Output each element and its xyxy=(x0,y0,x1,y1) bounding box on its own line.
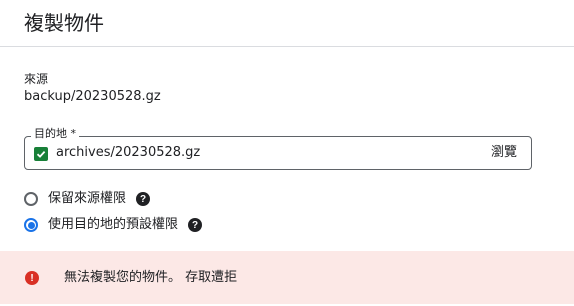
title-divider xyxy=(0,46,574,47)
error-message: 無法複製您的物件。 存取遭拒 xyxy=(64,270,238,285)
radio-label: 使用目的地的預設權限 xyxy=(48,217,179,232)
radio-button[interactable] xyxy=(24,192,38,206)
error-banner: ! 無法複製您的物件。 存取遭拒 xyxy=(0,251,574,304)
browse-button[interactable]: 瀏覽 xyxy=(491,144,517,162)
source-value: backup/20230528.gz xyxy=(24,89,161,104)
help-icon[interactable]: ? xyxy=(136,192,151,206)
check-icon xyxy=(34,147,48,161)
radio-button-selected[interactable] xyxy=(24,218,38,232)
dialog-title: 複製物件 xyxy=(24,11,104,35)
radio-use-destination-default-permissions[interactable]: 使用目的地的預設權限 ? xyxy=(24,216,203,234)
help-icon[interactable]: ? xyxy=(188,218,203,232)
radio-keep-source-permissions[interactable]: 保留來源權限 ? xyxy=(24,190,151,208)
destination-field[interactable]: archives/20230528.gz 瀏覽 xyxy=(24,136,532,170)
radio-label: 保留來源權限 xyxy=(48,191,127,206)
destination-label: 目的地 * xyxy=(31,127,79,141)
source-label: 來源 xyxy=(24,72,49,86)
destination-value[interactable]: archives/20230528.gz xyxy=(56,144,200,162)
error-icon: ! xyxy=(25,271,39,285)
